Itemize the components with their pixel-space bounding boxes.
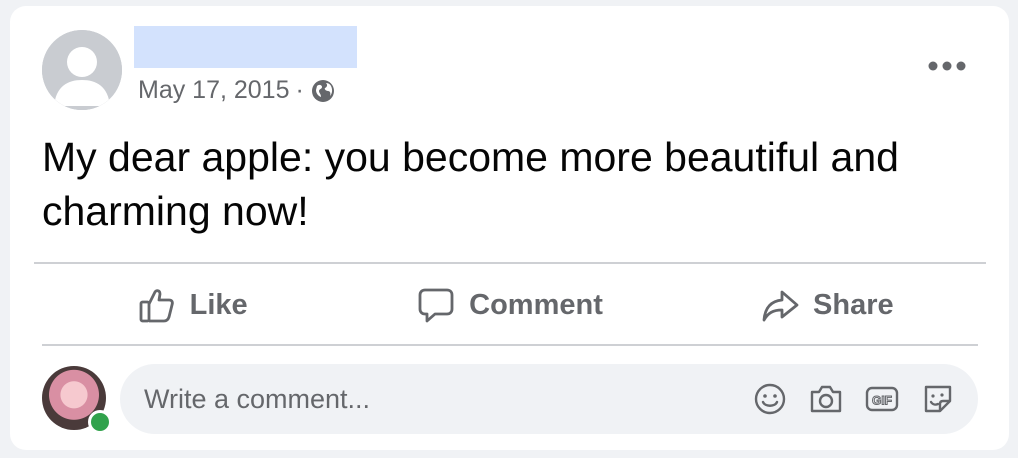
- thumbs-up-icon: [138, 286, 176, 324]
- like-button[interactable]: Like: [34, 272, 351, 338]
- comment-tools: GIF: [734, 379, 958, 419]
- camera-icon[interactable]: [806, 379, 846, 419]
- comment-button[interactable]: Comment: [351, 272, 668, 338]
- online-status-indicator: [88, 410, 112, 434]
- like-label: Like: [189, 288, 248, 321]
- meta-separator: ·: [295, 76, 304, 104]
- svg-text:GIF: GIF: [872, 394, 892, 408]
- ellipsis-icon: [928, 61, 966, 71]
- comment-composer: GIF: [120, 363, 978, 435]
- share-button[interactable]: Share: [669, 272, 986, 338]
- comment-input[interactable]: [142, 363, 734, 435]
- speech-bubble-icon: [417, 286, 455, 324]
- post-text: My dear apple: you become more beautiful…: [42, 134, 899, 234]
- gif-icon[interactable]: GIF: [862, 379, 902, 419]
- author-name-redacted[interactable]: [134, 26, 357, 68]
- post-meta: May 17, 2015 ·: [138, 76, 336, 105]
- author-avatar[interactable]: [42, 30, 122, 110]
- share-label: Share: [813, 288, 894, 321]
- post-date[interactable]: May 17, 2015: [138, 76, 290, 105]
- post-actions: Like Comment Share: [34, 272, 986, 338]
- comment-label: Comment: [469, 288, 603, 321]
- more-options-button[interactable]: [925, 48, 969, 84]
- globe-icon[interactable]: [310, 78, 336, 104]
- share-arrow-icon: [761, 286, 799, 324]
- divider: [42, 344, 978, 346]
- divider: [34, 262, 986, 264]
- default-avatar-icon: [42, 30, 122, 110]
- post-card: May 17, 2015 · My dear apple: you become…: [10, 6, 1009, 450]
- sticker-icon[interactable]: [918, 379, 958, 419]
- emoji-icon[interactable]: [750, 379, 790, 419]
